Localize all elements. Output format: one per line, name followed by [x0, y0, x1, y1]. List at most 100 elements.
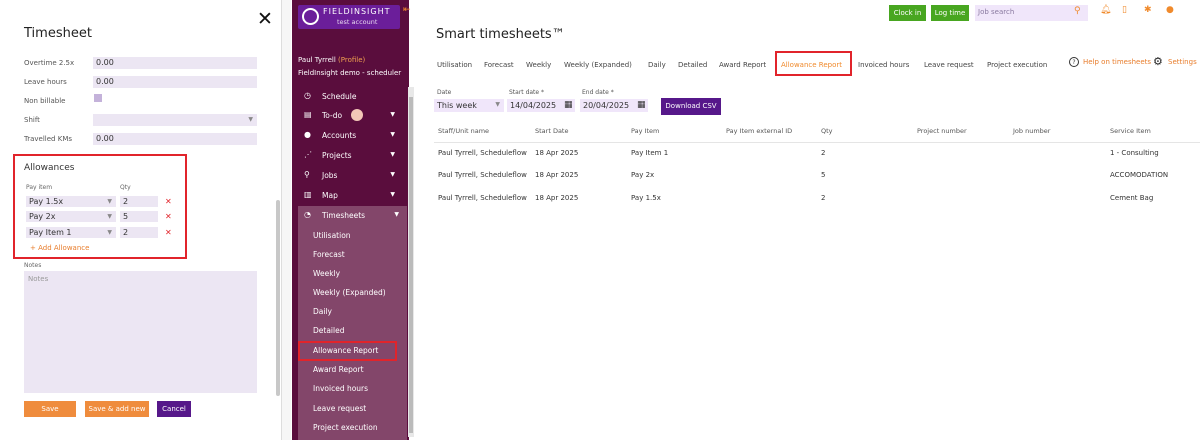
collapse-icon[interactable]: ⇤ [403, 5, 411, 15]
col-header[interactable]: Job number [1013, 127, 1050, 135]
notes-textarea[interactable]: Notes [24, 271, 257, 393]
tab-leave-request[interactable]: Leave request [924, 61, 974, 69]
table-cell: Pay Item 1 [631, 149, 669, 157]
todo-badge [351, 109, 363, 121]
qty-input[interactable]: 2 [120, 196, 158, 207]
table-cell: 2 [821, 149, 826, 157]
col-header[interactable]: Qty [821, 127, 833, 135]
tab-daily[interactable]: Daily [648, 61, 666, 69]
sub-daily[interactable]: Daily [313, 307, 332, 316]
tab-detailed[interactable]: Detailed [678, 61, 707, 69]
pin-icon: ⚲ [304, 170, 310, 179]
table-cell: Paul Tyrrell, Scheduleflow [438, 149, 527, 157]
remove-icon[interactable]: ✕ [165, 212, 172, 221]
qty-input[interactable]: 2 [120, 227, 158, 238]
calendar-icon[interactable]: ▦ [564, 100, 573, 110]
nav-jobs[interactable]: ⚲ Jobs ▼ [298, 166, 403, 185]
calendar-icon[interactable]: ▦ [637, 100, 646, 110]
nav-timesheets[interactable]: ◔ Timesheets ▼ [298, 206, 407, 225]
leave-hours-field[interactable]: 0.00 [93, 76, 257, 88]
end-date-label: End date * [582, 89, 614, 96]
sub-award-report[interactable]: Award Report [313, 365, 364, 374]
col-header[interactable]: Project number [917, 127, 967, 135]
nav-todo[interactable]: ▤ To-do ▼ [298, 106, 403, 125]
allowance-tab-highlight [775, 51, 852, 76]
sub-weekly-expanded[interactable]: Weekly (Expanded) [313, 288, 386, 297]
shift-select[interactable]: ▼ [93, 114, 257, 126]
tab-utilisation[interactable]: Utilisation [437, 61, 472, 69]
save-button[interactable]: Save [24, 401, 76, 417]
calendar-icon: ◷ [304, 91, 311, 100]
log-time-button[interactable]: Log time [931, 5, 969, 21]
nav-projects[interactable]: ⋰ Projects ▼ [298, 146, 403, 165]
nav-accounts[interactable]: ● Accounts ▼ [298, 126, 403, 145]
cancel-button[interactable]: Cancel [157, 401, 191, 417]
chevron-down-icon: ▼ [390, 111, 395, 118]
chevron-down-icon: ▼ [390, 151, 395, 158]
search-icon[interactable]: ⚲ [1074, 6, 1081, 16]
col-header[interactable]: Service Item [1110, 127, 1151, 135]
start-date-label: Start date * [509, 89, 545, 96]
tab-invoiced-hours[interactable]: Invoiced hours [858, 61, 909, 69]
save-add-new-button[interactable]: Save & add new [85, 401, 149, 417]
question-icon[interactable]: ? [1069, 57, 1079, 67]
col-header[interactable]: Pay Item [631, 127, 659, 135]
user-icon[interactable]: ● [1166, 5, 1174, 15]
pay-item-select[interactable]: Pay 1.5x ▼ [26, 196, 116, 207]
clock-in-button[interactable]: Clock in [889, 5, 926, 21]
remove-icon[interactable]: ✕ [165, 228, 172, 237]
col-header[interactable]: Start Date [535, 127, 568, 135]
chevron-down-icon: ▼ [107, 198, 112, 205]
gear-icon[interactable]: ⚙ [1153, 55, 1163, 68]
table-cell: 5 [821, 171, 826, 179]
sub-detailed[interactable]: Detailed [313, 326, 344, 335]
map-icon: ▥ [304, 190, 312, 199]
header-divider [434, 142, 1200, 143]
help-link[interactable]: Help on timesheets [1083, 58, 1151, 66]
overtime-field[interactable]: 0.00 [93, 57, 257, 69]
qty-input[interactable]: 5 [120, 211, 158, 222]
sidebar-scroll-thumb[interactable] [409, 97, 413, 433]
pay-item-select[interactable]: Pay 2x ▼ [26, 211, 116, 222]
bell-icon[interactable]: 🔔︎ [1100, 5, 1111, 15]
download-csv-button[interactable]: Download CSV [661, 98, 721, 115]
chevron-down-icon: ▼ [390, 171, 395, 178]
tab-project-execution[interactable]: Project execution [987, 61, 1047, 69]
sub-invoiced-hours[interactable]: Invoiced hours [313, 384, 368, 393]
sub-forecast[interactable]: Forecast [313, 250, 345, 259]
phone-icon[interactable]: ▯ [1122, 5, 1127, 15]
non-billable-checkbox[interactable] [94, 94, 102, 102]
gear-icon[interactable]: ✱ [1144, 5, 1152, 15]
nav-schedule[interactable]: ◷ Schedule [298, 87, 403, 106]
sub-leave-request[interactable]: Leave request [313, 404, 366, 413]
col-header[interactable]: Pay Item external ID [726, 127, 792, 135]
date-select[interactable]: This week ▼ [434, 99, 504, 112]
profile-link[interactable]: (Profile) [338, 56, 365, 64]
sub-project-execution[interactable]: Project execution [313, 423, 378, 432]
page-title: Smart timesheets™ [436, 27, 565, 42]
table-cell: Pay 2x [631, 171, 655, 179]
job-search-input[interactable]: Job search [975, 5, 1088, 21]
tab-forecast[interactable]: Forecast [484, 61, 514, 69]
pay-item-select[interactable]: Pay Item 1 ▼ [26, 227, 116, 238]
sub-utilisation[interactable]: Utilisation [313, 231, 351, 240]
company-name: FieldInsight demo - scheduler [298, 69, 402, 77]
close-icon[interactable]: ✕ [257, 10, 273, 29]
col-header[interactable]: Staff/Unit name [438, 127, 489, 135]
sub-weekly[interactable]: Weekly [313, 269, 340, 278]
tab-weekly-expanded[interactable]: Weekly (Expanded) [564, 61, 632, 69]
allowances-title: Allowances [24, 163, 75, 173]
travelled-kms-field[interactable]: 0.00 [93, 133, 257, 145]
tab-award-report[interactable]: Award Report [719, 61, 766, 69]
remove-icon[interactable]: ✕ [165, 197, 172, 206]
qty-header: Qty [120, 184, 131, 191]
table-cell: 18 Apr 2025 [535, 194, 579, 202]
add-allowance-link[interactable]: + Add Allowance [30, 244, 89, 252]
table-cell: 1 - Consulting [1110, 149, 1159, 157]
field-label: Travelled KMs [24, 135, 73, 143]
nav-map[interactable]: ▥ Map ▼ [298, 186, 403, 205]
settings-link[interactable]: Settings [1168, 58, 1197, 66]
table-cell: ACCOMODATION [1110, 171, 1169, 179]
panel-scrollbar[interactable] [276, 200, 280, 396]
tab-weekly[interactable]: Weekly [526, 61, 551, 69]
